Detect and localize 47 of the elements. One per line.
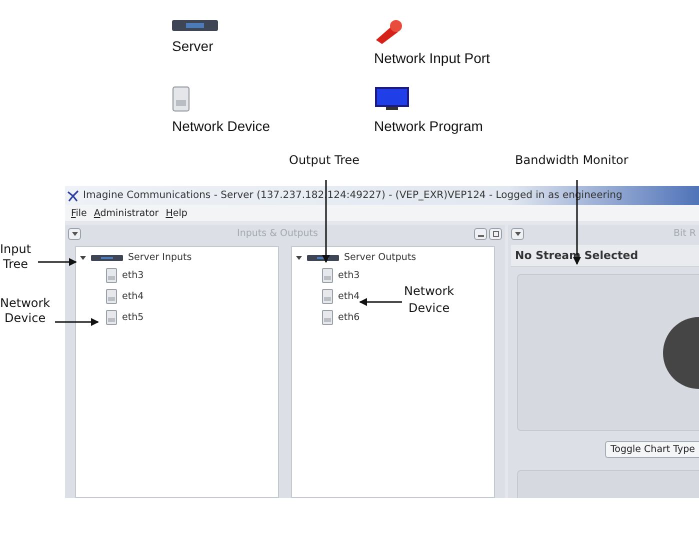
- menu-item[interactable]: Help: [166, 208, 188, 218]
- menu-item[interactable]: File: [71, 208, 87, 218]
- tree-node[interactable]: eth6: [296, 307, 360, 328]
- callout-label: Network Device: [0, 296, 50, 326]
- toggle-chart-button[interactable]: Toggle Chart Type: [605, 441, 699, 458]
- panel-title: Inputs & Outputs: [236, 228, 319, 239]
- cable-plug-icon: [374, 18, 404, 44]
- server-icon: [91, 254, 123, 262]
- tree-node[interactable]: eth3: [80, 265, 144, 286]
- callout-arrow: [359, 298, 402, 306]
- legend-label: Network Program: [374, 118, 483, 134]
- tree-node[interactable]: eth5: [80, 307, 144, 328]
- device-icon: [106, 289, 117, 304]
- tree-node[interactable]: eth3: [296, 265, 360, 286]
- server-icon: [172, 18, 218, 32]
- dropdown-button[interactable]: [511, 228, 524, 240]
- monitor-icon: [374, 86, 410, 112]
- callout-arrow: [38, 258, 77, 266]
- caret-icon: [514, 232, 520, 236]
- expand-caret-icon[interactable]: [296, 254, 302, 260]
- callout-label: Input Tree: [0, 242, 32, 272]
- pie-chart-drawing: [663, 316, 699, 388]
- tree-node[interactable]: Server Inputs: [80, 250, 192, 265]
- device-icon: [172, 86, 190, 112]
- caret-icon: [72, 232, 78, 236]
- callout-arrow: [55, 318, 99, 326]
- legend-label: Network Device: [172, 118, 270, 134]
- dropdown-button[interactable]: [68, 228, 81, 240]
- tree-node[interactable]: eth4: [296, 286, 360, 307]
- legend-label: Network Input Port: [374, 50, 490, 66]
- legend-label: Server: [172, 38, 214, 54]
- app-logo-icon: [67, 190, 79, 202]
- device-icon: [322, 289, 333, 304]
- tree-node[interactable]: Server Outputs: [296, 250, 416, 265]
- device-icon: [322, 268, 333, 283]
- callout-label: Output Tree: [289, 153, 360, 167]
- device-icon: [106, 310, 117, 325]
- maximize-icon: [492, 230, 498, 236]
- panel-title: Bit R: [672, 228, 696, 239]
- callout-label: Bandwidth Monitor: [515, 153, 628, 167]
- tree-node[interactable]: eth4: [80, 286, 144, 307]
- maximize-button[interactable]: [489, 228, 502, 240]
- device-icon: [106, 268, 117, 283]
- menu-item[interactable]: Administrator: [94, 208, 159, 218]
- minimize-button[interactable]: [474, 228, 487, 240]
- expand-caret-icon[interactable]: [80, 254, 86, 260]
- device-icon: [322, 310, 333, 325]
